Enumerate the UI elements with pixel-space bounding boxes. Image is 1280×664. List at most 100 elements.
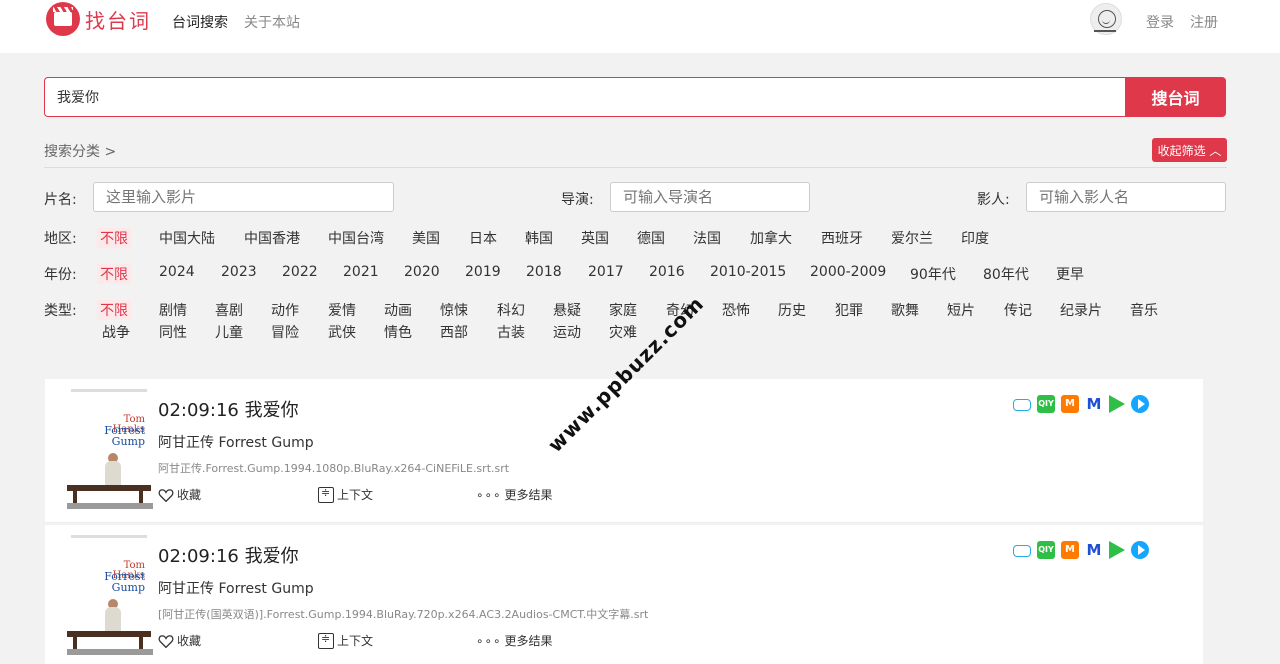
result-card: Tom Hanks Forrest Gump 02:09:16 我爱你 阿甘正传… [45, 525, 1203, 664]
favorite-button[interactable]: 收藏 [158, 632, 201, 649]
category-title[interactable]: 搜索分类 > [44, 141, 116, 161]
platform-links: QIY M M [1013, 541, 1149, 559]
login-link[interactable]: 登录 [1146, 12, 1174, 32]
region-option[interactable]: 法国 [693, 228, 721, 248]
year-option[interactable]: 2019 [465, 264, 501, 280]
director-label: 导演: [561, 192, 594, 208]
region-option[interactable]: 韩国 [525, 228, 553, 248]
region-option[interactable]: 德国 [637, 228, 665, 248]
more-results-button[interactable]: ∘∘∘ 更多结果 [476, 486, 553, 503]
genre-option[interactable]: 动作 [271, 300, 299, 320]
year-option[interactable]: 2022 [282, 264, 318, 280]
bilibili-icon[interactable] [1013, 399, 1031, 411]
heart-icon [158, 634, 174, 648]
collapse-filter-button[interactable]: 收起筛选 ︿ [1152, 138, 1227, 162]
genre-option[interactable]: 运动 [553, 322, 581, 342]
year-option[interactable]: 2017 [588, 264, 624, 280]
genre-option[interactable]: 情色 [384, 322, 412, 342]
search-button[interactable]: 搜台词 [1125, 77, 1226, 117]
site-logo[interactable]: 找台词 [46, 2, 151, 36]
nav-item-subtitle-search[interactable]: 台词搜索 [172, 12, 228, 32]
year-option[interactable]: 80年代 [983, 264, 1029, 284]
year-option[interactable]: 2024 [159, 264, 195, 280]
genre-option[interactable]: 历史 [778, 300, 806, 320]
tencent-video-icon[interactable] [1131, 395, 1149, 413]
region-option[interactable]: 中国台湾 [328, 228, 384, 248]
genre-option[interactable]: 西部 [440, 322, 468, 342]
genre-option[interactable]: 传记 [1004, 300, 1032, 320]
year-option[interactable]: 2023 [221, 264, 257, 280]
mgtv-icon[interactable]: M [1061, 541, 1079, 559]
year-option[interactable]: 2000-2009 [810, 264, 886, 280]
region-option[interactable]: 中国大陆 [159, 228, 215, 248]
genre-option[interactable]: 纪录片 [1060, 300, 1102, 320]
genre-option[interactable]: 武侠 [328, 322, 356, 342]
context-button[interactable]: 上下文 [318, 486, 373, 503]
play-icon[interactable] [1109, 541, 1125, 559]
movie-poster[interactable]: Tom Hanks Forrest Gump [67, 533, 153, 655]
bilibili-icon[interactable] [1013, 545, 1031, 557]
favorite-button[interactable]: 收藏 [158, 486, 201, 503]
genre-option[interactable]: 喜剧 [215, 300, 243, 320]
region-option[interactable]: 印度 [961, 228, 989, 248]
poster-movie-title: Forrest Gump [104, 570, 145, 594]
genre-option[interactable]: 灾难 [609, 322, 637, 342]
movie-name-input[interactable] [93, 182, 394, 212]
genre-option[interactable]: 战争 [102, 322, 130, 342]
genre-option[interactable]: 爱情 [328, 300, 356, 320]
region-option[interactable]: 爱尔兰 [891, 228, 933, 248]
region-option[interactable]: 美国 [412, 228, 440, 248]
genre-option[interactable]: 短片 [947, 300, 975, 320]
year-option[interactable]: 2010-2015 [710, 264, 786, 280]
clapperboard-icon [46, 2, 80, 36]
year-option[interactable]: 90年代 [910, 264, 956, 284]
migu-icon[interactable]: M [1085, 541, 1103, 559]
year-option[interactable]: 不限 [97, 264, 131, 284]
mgtv-icon[interactable]: M [1061, 395, 1079, 413]
genre-option[interactable]: 不限 [97, 300, 131, 320]
region-option[interactable]: 加拿大 [750, 228, 792, 248]
genre-option[interactable]: 歌舞 [891, 300, 919, 320]
actor-input[interactable] [1026, 182, 1226, 212]
year-option[interactable]: 2020 [404, 264, 440, 280]
genre-option[interactable]: 科幻 [497, 300, 525, 320]
tencent-video-icon[interactable] [1131, 541, 1149, 559]
genre-option[interactable]: 恐怖 [722, 300, 750, 320]
region-option[interactable]: 中国香港 [244, 228, 300, 248]
genre-option[interactable]: 剧情 [159, 300, 187, 320]
year-option[interactable]: 更早 [1056, 264, 1084, 284]
genre-option[interactable]: 惊悚 [440, 300, 468, 320]
year-option[interactable]: 2021 [343, 264, 379, 280]
register-link[interactable]: 注册 [1190, 12, 1218, 32]
genre-option[interactable]: 动画 [384, 300, 412, 320]
genre-option[interactable]: 家庭 [609, 300, 637, 320]
year-option[interactable]: 2016 [649, 264, 685, 280]
region-option[interactable]: 英国 [581, 228, 609, 248]
result-timestamp-line[interactable]: 02:09:16 我爱你 [158, 396, 299, 422]
genre-option[interactable]: 音乐 [1130, 300, 1158, 320]
genre-option[interactable]: 冒险 [271, 322, 299, 342]
region-option[interactable]: 不限 [97, 228, 131, 248]
genre-option[interactable]: 悬疑 [553, 300, 581, 320]
region-option[interactable]: 西班牙 [821, 228, 863, 248]
genre-option[interactable]: 古装 [497, 322, 525, 342]
director-input[interactable] [610, 182, 810, 212]
genre-option[interactable]: 同性 [159, 322, 187, 342]
iqiyi-icon[interactable]: QIY [1037, 541, 1055, 559]
result-movie-title[interactable]: 阿甘正传 Forrest Gump [158, 432, 314, 452]
result-movie-title[interactable]: 阿甘正传 Forrest Gump [158, 578, 314, 598]
search-input[interactable] [44, 77, 1125, 117]
genre-option[interactable]: 犯罪 [835, 300, 863, 320]
migu-icon[interactable]: M [1085, 395, 1103, 413]
year-option[interactable]: 2018 [526, 264, 562, 280]
play-icon[interactable] [1109, 395, 1125, 413]
movie-poster[interactable]: Tom Hanks Forrest Gump [67, 387, 153, 509]
nav-item-about[interactable]: 关于本站 [244, 12, 300, 32]
genre-option[interactable]: 儿童 [215, 322, 243, 342]
more-results-button[interactable]: ∘∘∘ 更多结果 [476, 632, 553, 649]
region-label: 地区: [44, 231, 77, 247]
region-option[interactable]: 日本 [469, 228, 497, 248]
iqiyi-icon[interactable]: QIY [1037, 395, 1055, 413]
result-timestamp-line[interactable]: 02:09:16 我爱你 [158, 542, 299, 568]
context-button[interactable]: 上下文 [318, 632, 373, 649]
